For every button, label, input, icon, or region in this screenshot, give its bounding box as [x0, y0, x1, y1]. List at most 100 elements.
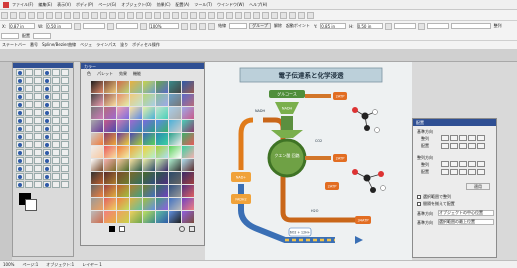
tool-button[interactable]: [25, 69, 33, 76]
tool-button[interactable]: [34, 173, 42, 180]
gradient-swatch[interactable]: [182, 159, 194, 171]
color-panel-titlebar[interactable]: [81, 63, 204, 69]
tool-button[interactable]: [52, 85, 60, 92]
tool-button[interactable]: [52, 133, 60, 140]
lock-ratio-icon[interactable]: [74, 22, 82, 30]
current-stroke-swatch[interactable]: [109, 226, 115, 232]
gradient-swatch[interactable]: [169, 211, 181, 223]
gradient-swatch[interactable]: [91, 198, 103, 210]
align-top-icon[interactable]: [127, 11, 134, 19]
tool-button[interactable]: [43, 157, 51, 164]
bitmap-icon[interactable]: [298, 11, 305, 19]
tool-button[interactable]: [16, 93, 24, 100]
align-bottom-icon[interactable]: [145, 11, 152, 19]
h-input[interactable]: 0.50 in: [356, 23, 383, 29]
gradient-swatch[interactable]: [130, 211, 142, 223]
tool-button[interactable]: [34, 141, 42, 148]
align-middle-icon[interactable]: [136, 11, 143, 19]
tool-button[interactable]: [16, 133, 24, 140]
gradient-swatch[interactable]: [104, 107, 116, 119]
gradient-swatch[interactable]: [117, 159, 129, 171]
mirror-v-icon[interactable]: [140, 22, 148, 30]
tool-button[interactable]: [43, 125, 51, 132]
tool-button[interactable]: [16, 85, 24, 92]
align-option-icon[interactable]: [441, 168, 449, 175]
tool-button[interactable]: [25, 181, 33, 188]
effect-icon[interactable]: [289, 11, 296, 19]
tool-button[interactable]: [34, 117, 42, 124]
tab-color[interactable]: 色: [87, 71, 91, 77]
gradient-swatch[interactable]: [91, 146, 103, 158]
menu-view[interactable]: 表示(V): [57, 2, 71, 8]
align-select[interactable]: [1, 32, 19, 39]
tool-button[interactable]: [25, 125, 33, 132]
scale-x-input[interactable]: [83, 23, 106, 29]
x-input[interactable]: 0.87 in: [9, 23, 36, 29]
tool-button[interactable]: [43, 173, 51, 180]
tool-button[interactable]: [16, 109, 24, 116]
mode-bezier[interactable]: ベジェ: [80, 42, 92, 48]
new-icon[interactable]: [1, 11, 8, 19]
mode-fill[interactable]: 塗り: [120, 42, 128, 48]
mode-statusbar[interactable]: ステートバー: [2, 42, 26, 48]
rotate-icon[interactable]: [172, 11, 179, 19]
gradient-swatch[interactable]: [130, 133, 142, 145]
menu-body[interactable]: ボディ(P): [76, 2, 93, 8]
gradient-swatch[interactable]: [117, 133, 129, 145]
tool-button[interactable]: [43, 165, 51, 172]
connect-select[interactable]: [229, 23, 248, 29]
italic-icon[interactable]: [199, 22, 207, 30]
gradient-swatch[interactable]: [156, 81, 168, 93]
tool-button[interactable]: [43, 85, 51, 92]
tool-button[interactable]: [43, 133, 51, 140]
gradient-swatch[interactable]: [91, 120, 103, 132]
tool-button[interactable]: [52, 101, 60, 108]
gradient-swatch[interactable]: [156, 94, 168, 106]
gradient-swatch[interactable]: [143, 133, 155, 145]
align-option-icon[interactable]: [468, 135, 476, 141]
shape-icon[interactable]: [208, 11, 215, 19]
tool-button[interactable]: [16, 77, 24, 84]
options-icon[interactable]: [179, 226, 185, 232]
mode-linepath[interactable]: ラインパス: [96, 42, 116, 48]
stroke-icon[interactable]: [280, 11, 287, 19]
gradient-swatch[interactable]: [143, 172, 155, 184]
gradient-swatch[interactable]: [130, 107, 142, 119]
distribute-select[interactable]: [33, 32, 51, 39]
copy-icon[interactable]: [46, 11, 53, 19]
menu-tools[interactable]: ツール(T): [194, 2, 212, 8]
grid-icon[interactable]: [235, 11, 242, 19]
gradient-swatch[interactable]: [91, 159, 103, 171]
field1-select[interactable]: オブジェクトの中心位置: [438, 210, 494, 216]
gradient-swatch[interactable]: [169, 120, 181, 132]
tool-button[interactable]: [43, 117, 51, 124]
tool-button[interactable]: [16, 181, 24, 188]
tool-button[interactable]: [43, 181, 51, 188]
mode-number[interactable]: 番号: [30, 42, 38, 48]
tool-button[interactable]: [52, 165, 60, 172]
gradient-swatch[interactable]: [117, 107, 129, 119]
gradient-swatch[interactable]: [169, 185, 181, 197]
gradient-swatch[interactable]: [117, 211, 129, 223]
tool-button[interactable]: [52, 69, 60, 76]
fill-color-swatch[interactable]: [25, 199, 37, 211]
tool-palette-titlebar[interactable]: [13, 63, 73, 68]
tool-button[interactable]: [25, 101, 33, 108]
open-icon[interactable]: [10, 11, 17, 19]
tool-button[interactable]: [43, 69, 51, 76]
fill-icon[interactable]: [271, 11, 278, 19]
align-option-icon[interactable]: [459, 161, 467, 167]
gradient-swatch[interactable]: [143, 107, 155, 119]
tool-button[interactable]: [34, 125, 42, 132]
gradient-swatch[interactable]: [169, 172, 181, 184]
tool-button[interactable]: [52, 181, 60, 188]
gradient-swatch[interactable]: [169, 107, 181, 119]
flip-icon[interactable]: [181, 11, 188, 19]
gradient-swatch[interactable]: [156, 146, 168, 158]
tool-button[interactable]: [16, 157, 24, 164]
w-input[interactable]: 0.50 in: [46, 23, 73, 29]
tool-button[interactable]: [16, 141, 24, 148]
tool-button[interactable]: [16, 117, 24, 124]
gradient-swatch[interactable]: [91, 94, 103, 106]
gradient-swatch[interactable]: [182, 172, 194, 184]
